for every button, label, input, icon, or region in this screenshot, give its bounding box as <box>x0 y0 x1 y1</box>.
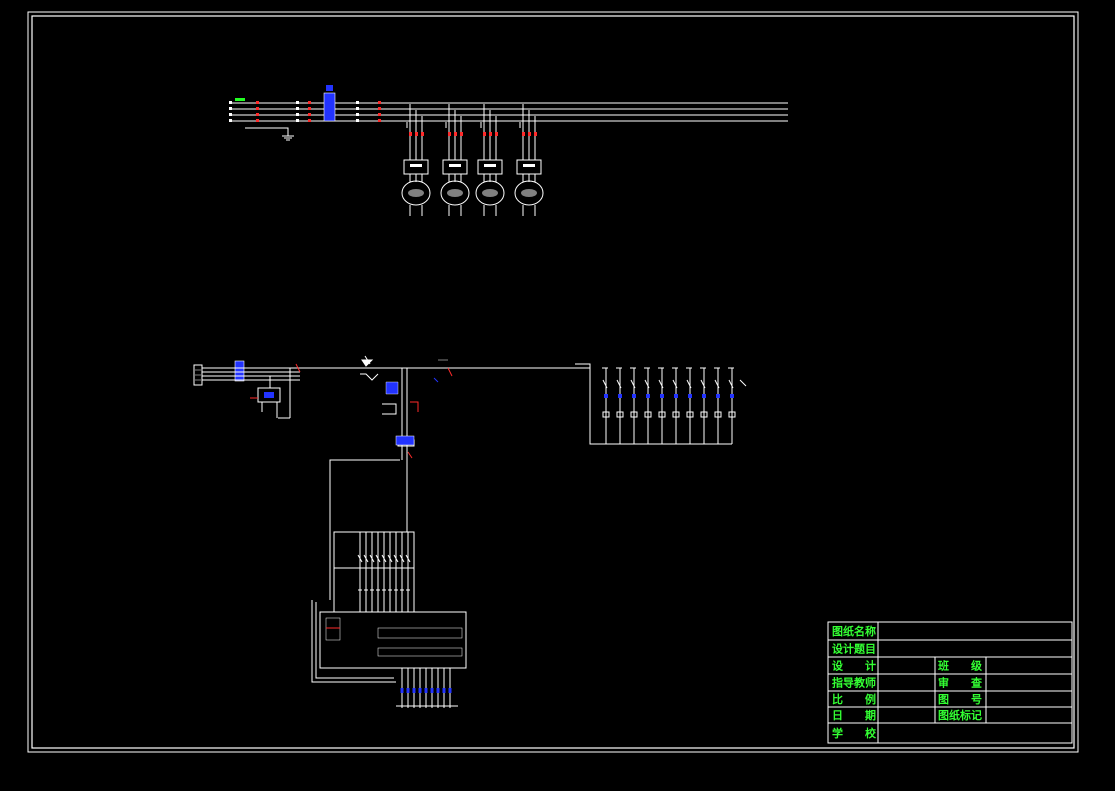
plc-input-line <box>387 532 393 612</box>
output-load <box>418 688 422 693</box>
contact-marker <box>356 119 359 122</box>
output-branch <box>700 367 708 444</box>
incoming-terminal <box>229 101 232 104</box>
contact-marker <box>296 101 299 104</box>
incoming-terminal <box>229 119 232 122</box>
output-branch <box>658 367 666 444</box>
plc-output-line <box>430 668 434 708</box>
plc-output-wiring <box>396 668 458 708</box>
control-transformer <box>250 376 281 418</box>
ground-symbol <box>245 127 294 141</box>
fuse-marker <box>256 113 259 116</box>
control-fuse <box>234 360 245 382</box>
plc-input-line <box>399 532 405 612</box>
output-load <box>448 688 452 693</box>
center-contactor-group <box>360 355 419 460</box>
output-load <box>412 688 416 693</box>
titleblock-left-label: 比 例 <box>832 692 876 706</box>
output-branch <box>602 367 610 444</box>
contact-marker <box>356 101 359 104</box>
plc-output-line <box>424 668 428 708</box>
plc-output-line <box>406 668 410 708</box>
fuse-marker <box>378 119 381 122</box>
output-branch <box>616 367 624 444</box>
plc-input-line <box>405 532 411 612</box>
incoming-terminal <box>229 113 232 116</box>
titleblock-right-label: 审 查 <box>938 676 982 690</box>
fuse-marker <box>308 101 311 104</box>
titleblock-left-label: 学 校 <box>832 726 877 740</box>
output-branches <box>575 363 747 445</box>
titleblock-right-label: 图纸标记 <box>938 708 982 722</box>
titleblock-right-label: 图 号 <box>938 693 982 706</box>
plc-output-line <box>442 668 446 708</box>
plc-output-line <box>400 668 404 708</box>
incoming-terminal <box>229 107 232 110</box>
incoming-terminals <box>229 98 245 122</box>
titleblock-right-label: 班 级 <box>938 659 983 673</box>
title-block: 图纸名称设计题目设 计 班 级指导教师 审 查比 例 图 号日 期 图纸标记学 校 <box>827 621 1073 744</box>
fuse-marker <box>256 119 259 122</box>
fuse-marker <box>308 113 311 116</box>
contact-marker <box>356 107 359 110</box>
plc-output-line <box>436 668 440 708</box>
plc-input-line <box>363 532 369 612</box>
plc-input-line <box>375 532 381 612</box>
output-load <box>442 688 446 693</box>
drawing-canvas: 图纸名称设计题目设 计 班 级指导教师 审 查比 例 图 号日 期 图纸标记学 校 <box>27 11 1079 753</box>
output-branch <box>686 367 694 444</box>
plc-output-line <box>448 668 452 708</box>
power-bus <box>232 102 788 122</box>
drawing-frame <box>27 11 1079 753</box>
titleblock-left-label: 设计题目 <box>832 642 876 656</box>
titleblock-left-label: 设 计 <box>832 659 876 673</box>
plc-output-line <box>418 668 422 708</box>
fuse-markers <box>256 101 381 122</box>
titleblock-left-label: 图纸名称 <box>832 624 876 638</box>
fuse-marker <box>378 107 381 110</box>
main-breaker <box>323 92 336 122</box>
main-power-circuit <box>229 85 788 216</box>
contact-marker <box>296 119 299 122</box>
output-branch <box>714 367 722 444</box>
plc-input-line <box>393 532 399 612</box>
output-load <box>406 688 410 693</box>
plc-input-line <box>369 532 375 612</box>
fuse-marker <box>378 101 381 104</box>
plc-input-line <box>381 532 387 612</box>
output-load <box>424 688 428 693</box>
control-circuit <box>193 355 747 708</box>
plc-output-line <box>412 668 416 708</box>
plc-input-wiring <box>333 531 415 613</box>
contact-marker <box>296 113 299 116</box>
fuse-marker <box>308 107 311 110</box>
contact-marker <box>356 113 359 116</box>
control-supply-terminals <box>193 364 203 386</box>
titleblock-left-label: 指导教师 <box>832 676 876 690</box>
output-load <box>430 688 434 693</box>
titleblock-left-label: 日 期 <box>832 708 876 722</box>
fuse-marker <box>256 101 259 104</box>
contact-marker <box>296 107 299 110</box>
output-load <box>436 688 440 693</box>
fuse-marker <box>256 107 259 110</box>
output-branch <box>644 367 652 444</box>
output-branch <box>672 367 680 444</box>
output-branch <box>630 367 638 444</box>
output-branch <box>728 367 736 444</box>
output-load <box>400 688 404 693</box>
plc-input-line <box>357 532 363 612</box>
fuse-marker <box>378 113 381 116</box>
fuse-marker <box>308 119 311 122</box>
